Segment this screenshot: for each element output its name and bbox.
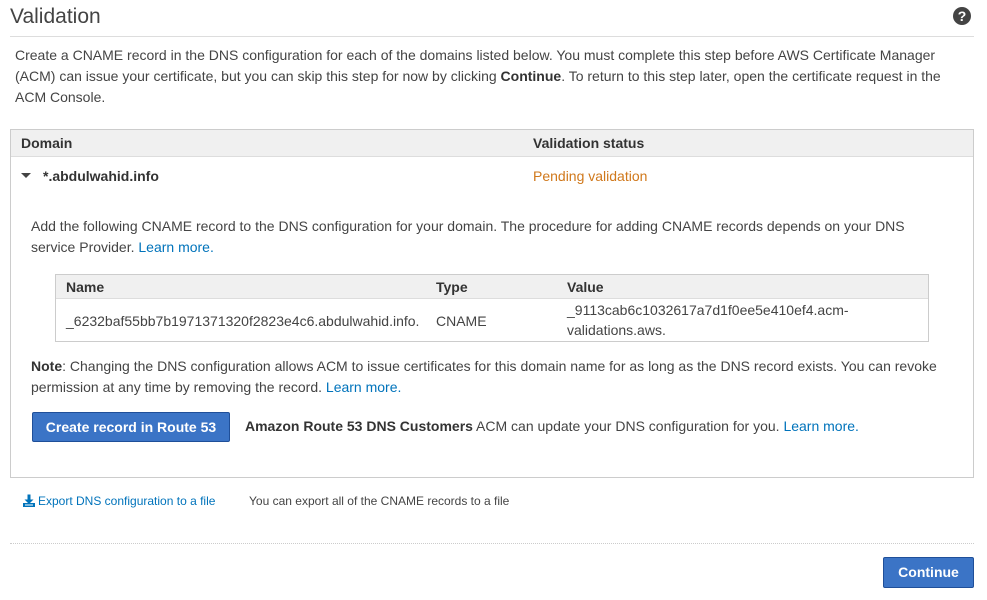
note-learn-more-link[interactable]: Learn more. bbox=[326, 379, 401, 395]
domains-table-header: Domain Validation status bbox=[11, 130, 973, 157]
column-header-type: Type bbox=[436, 279, 468, 295]
route53-customers-label: Amazon Route 53 DNS Customers bbox=[245, 418, 473, 434]
continue-button[interactable]: Continue bbox=[883, 557, 974, 588]
route53-learn-more-link[interactable]: Learn more. bbox=[783, 418, 858, 434]
learn-more-link[interactable]: Learn more. bbox=[138, 239, 213, 255]
column-header-validation-status: Validation status bbox=[533, 135, 645, 151]
domain-name[interactable]: *.abdulwahid.info bbox=[43, 168, 159, 184]
collapse-caret-icon[interactable] bbox=[21, 173, 31, 178]
column-header-name: Name bbox=[66, 279, 105, 295]
intro-bold: Continue bbox=[500, 68, 562, 84]
divider bbox=[10, 36, 974, 37]
help-icon[interactable]: ? bbox=[953, 7, 971, 25]
footer-divider bbox=[10, 543, 974, 544]
note-text: Note: Changing the DNS configuration all… bbox=[31, 358, 937, 395]
cname-table-header: Name Type Value bbox=[56, 275, 928, 299]
page-title: Validation bbox=[10, 5, 101, 28]
cname-record-type: CNAME bbox=[436, 313, 487, 329]
add-cname-instructions: Add the following CNAME record to the DN… bbox=[31, 218, 905, 255]
cname-record-name: _6232baf55bb7b1971371320f2823e4c6.abdulw… bbox=[66, 313, 420, 329]
export-description: You can export all of the CNAME records … bbox=[249, 494, 510, 508]
column-header-value: Value bbox=[567, 279, 604, 295]
cname-record-value-line1: _9113cab6c1032617a7d1f0ee5e410ef4.acm- bbox=[567, 302, 849, 318]
cname-record-value-line2: validations.aws. bbox=[567, 322, 666, 338]
validation-status: Pending validation bbox=[533, 168, 648, 184]
export-dns-link[interactable]: Export DNS configuration to a file bbox=[38, 494, 215, 508]
note-label: Note bbox=[31, 358, 63, 374]
download-icon[interactable] bbox=[22, 494, 36, 508]
column-header-domain: Domain bbox=[21, 135, 73, 151]
route53-info-text: Amazon Route 53 DNS Customers ACM can up… bbox=[245, 418, 859, 434]
domains-panel: Domain Validation status *.abdulwahid.in… bbox=[10, 129, 974, 478]
create-record-route53-button[interactable]: Create record in Route 53 bbox=[32, 412, 230, 442]
intro-text: Create a CNAME record in the DNS configu… bbox=[15, 47, 941, 105]
cname-table: Name Type Value _6232baf55bb7b1971371320… bbox=[55, 274, 929, 342]
